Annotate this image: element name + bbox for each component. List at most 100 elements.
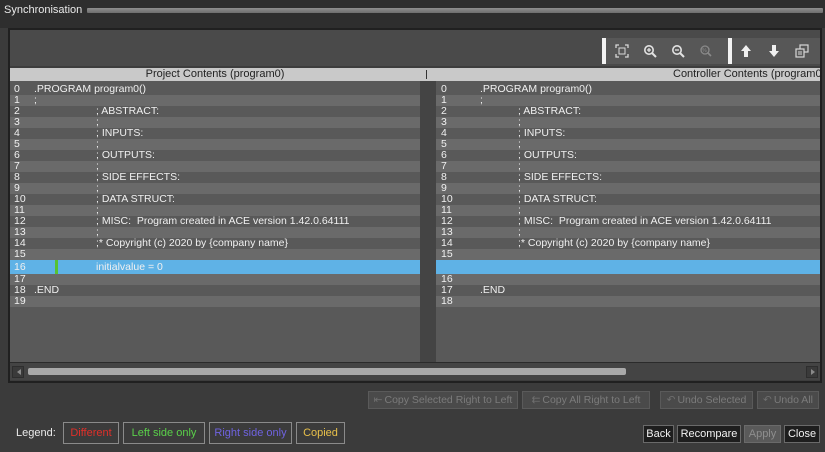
code-line[interactable]: 3;	[436, 117, 820, 128]
close-button[interactable]: Close	[784, 425, 820, 443]
title-bar: Synchronisation	[0, 0, 825, 28]
project-contents-pane[interactable]: Project Contents (program0) 0 .PROGRAM pr…	[10, 68, 420, 362]
zoom-in-icon[interactable]	[636, 40, 664, 62]
copy-selected-right-to-left-button[interactable]: ⇤ Copy Selected Right to Left	[368, 391, 518, 409]
code-line[interactable]: 5;	[10, 139, 420, 150]
code-line[interactable]: 12; MISC: Program created in ACE version…	[10, 216, 420, 227]
code-line[interactable]: 2; ABSTRACT:	[436, 106, 820, 117]
line-text: ; DATA STRUCT:	[518, 193, 597, 205]
code-line[interactable]: 18	[436, 296, 820, 307]
legend-different: Different	[63, 422, 119, 444]
code-line[interactable]: 19	[10, 296, 420, 307]
code-line[interactable]: 9;	[10, 183, 420, 194]
scroll-right-icon[interactable]	[806, 366, 818, 378]
legend-copied: Copied	[296, 422, 345, 444]
title-accent-bar	[87, 8, 823, 13]
legend-label: Legend:	[16, 427, 56, 439]
svg-text:%: %	[702, 48, 707, 54]
toolbar: %	[10, 30, 820, 66]
code-line[interactable]: 6; OUTPUTS:	[436, 150, 820, 161]
line-text: .END	[34, 284, 60, 296]
pane-divider[interactable]	[420, 68, 436, 362]
line-text: ;* Copyright (c) 2020 by {company name}	[96, 237, 289, 249]
line-text: ; DATA STRUCT:	[96, 193, 175, 205]
zoom-reset-icon[interactable]: %	[692, 40, 720, 62]
back-button[interactable]: Back	[643, 425, 674, 443]
code-line[interactable]: 12; MISC: Program created in ACE version…	[436, 216, 820, 227]
code-line[interactable]: 17	[10, 274, 420, 285]
code-line[interactable]: 6; OUTPUTS:	[10, 150, 420, 161]
code-line[interactable]: 3;	[10, 117, 420, 128]
line-text: ; MISC: Program created in ACE version 1…	[96, 215, 350, 227]
recompare-button[interactable]: Recompare	[677, 425, 741, 443]
code-line[interactable]: 8; SIDE EFFECTS:	[436, 172, 820, 183]
line-text: .END	[480, 284, 506, 296]
copy-window-icon[interactable]	[788, 40, 816, 62]
comparison-frame: % Project Contents (program0) 0 .PROGRAM …	[8, 28, 822, 383]
line-text: ;	[480, 94, 483, 106]
zoom-group: %	[606, 38, 730, 64]
horizontal-scrollbar[interactable]	[10, 362, 820, 380]
scroll-left-icon[interactable]	[12, 366, 24, 378]
code-line[interactable]: 8; SIDE EFFECTS:	[10, 172, 420, 183]
code-line[interactable]: 15	[10, 249, 420, 260]
code-line[interactable]: 15	[436, 249, 820, 260]
line-text: ; INPUTS:	[96, 127, 144, 139]
project-contents-header: Project Contents (program0)	[10, 68, 420, 81]
left-only-marker	[55, 260, 58, 274]
code-line[interactable]: 4; INPUTS:	[436, 128, 820, 139]
line-text: ; INPUTS:	[518, 127, 566, 139]
controller-code-lines: 0 .PROGRAM program0() 1; 2; ABSTRACT: 3; 4; I…	[436, 84, 820, 307]
arrow-down-icon[interactable]	[760, 40, 788, 62]
line-text: ; MISC: Program created in ACE version 1…	[518, 215, 772, 227]
line-text: ; OUTPUTS:	[96, 149, 155, 161]
undo-selected-button[interactable]: ↶ Undo Selected	[660, 391, 753, 409]
zoom-out-icon[interactable]	[664, 40, 692, 62]
line-text: ; ABSTRACT:	[96, 105, 160, 117]
arrow-up-icon[interactable]	[732, 40, 760, 62]
undo-icon: ↶	[666, 394, 676, 406]
code-line[interactable]: 9;	[436, 183, 820, 194]
window-title: Synchronisation	[4, 4, 83, 16]
line-text: initialvalue = 0	[96, 261, 163, 273]
apply-button[interactable]: Apply	[744, 425, 781, 443]
code-line[interactable]: 4; INPUTS:	[10, 128, 420, 139]
selected-code-line[interactable]: 16 initialvalue = 0	[10, 260, 420, 274]
copy-left-icon: ⇤	[373, 394, 383, 406]
code-line[interactable]: 10; DATA STRUCT:	[436, 194, 820, 205]
code-line[interactable]: 0 .PROGRAM program0()	[10, 84, 420, 95]
code-line[interactable]: 18 .END	[10, 285, 420, 296]
action-bar: ⇤ Copy Selected Right to Left ⇇ Copy All R…	[0, 391, 825, 411]
line-number: 18	[441, 295, 453, 307]
legend-right-side-only: Right side only	[209, 422, 292, 444]
controller-contents-pane[interactable]: Controller Contents (program0) 0 .PROGRAM…	[436, 68, 820, 362]
line-number: 15	[441, 248, 453, 260]
project-code-lines: 0 .PROGRAM program0() 1; 2; ABSTRACT: 3; 4; I…	[10, 84, 420, 307]
code-line[interactable]: 14 ;* Copyright (c) 2020 by {company name…	[10, 238, 420, 249]
copy-all-icon: ⇇	[531, 394, 541, 406]
legend-left-side-only: Left side only	[123, 422, 205, 444]
code-line[interactable]: 17 .END	[436, 285, 820, 296]
code-line[interactable]: 1;	[10, 95, 420, 106]
copy-all-right-to-left-button[interactable]: ⇇ Copy All Right to Left	[522, 391, 650, 409]
code-line[interactable]: 7;	[10, 161, 420, 172]
navigation-group	[732, 38, 820, 64]
code-line[interactable]: 0 .PROGRAM program0()	[436, 84, 820, 95]
line-text: ;* Copyright (c) 2020 by {company name}	[518, 237, 711, 249]
selected-code-line[interactable]	[436, 260, 820, 274]
line-text: .PROGRAM program0()	[480, 83, 593, 95]
code-line[interactable]: 14 ;* Copyright (c) 2020 by {company name…	[436, 238, 820, 249]
code-line[interactable]: 7;	[436, 161, 820, 172]
controller-contents-header: Controller Contents (program0)	[436, 68, 820, 81]
line-text: ; SIDE EFFECTS:	[518, 171, 603, 183]
code-line[interactable]: 5;	[436, 139, 820, 150]
line-number: 19	[14, 295, 26, 307]
fit-icon[interactable]	[608, 40, 636, 62]
code-line[interactable]: 1;	[436, 95, 820, 106]
code-line[interactable]: 10; DATA STRUCT:	[10, 194, 420, 205]
line-text: .PROGRAM program0()	[34, 83, 147, 95]
line-text: ; SIDE EFFECTS:	[96, 171, 181, 183]
code-line[interactable]: 2; ABSTRACT:	[10, 106, 420, 117]
undo-all-button[interactable]: ↶ Undo All	[757, 391, 819, 409]
scrollbar-thumb[interactable]	[28, 368, 626, 375]
